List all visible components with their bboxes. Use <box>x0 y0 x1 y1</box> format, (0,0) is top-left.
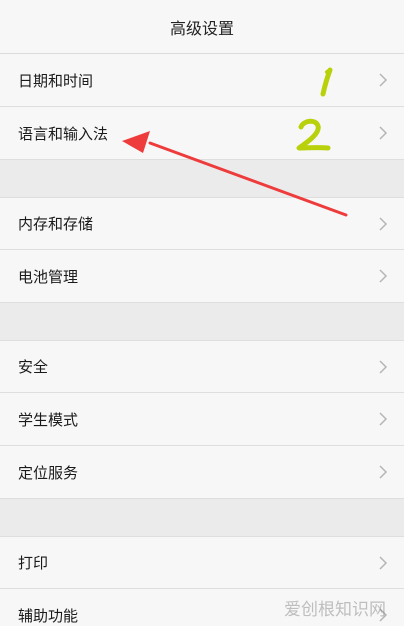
settings-item-memory-storage[interactable]: 内存和存储 <box>0 197 404 250</box>
settings-item-label: 内存和存储 <box>18 215 94 233</box>
settings-item-label: 定位服务 <box>18 463 79 482</box>
settings-item-label: 日期和时间 <box>18 71 94 90</box>
title-bar: 高级设置 <box>0 0 404 54</box>
chevron-right-icon <box>379 555 388 570</box>
advanced-settings-screen: 高级设置 日期和时间 语言和输入法 内存和存储 电池管理 安全 学生模式 定位服… <box>0 0 404 626</box>
settings-item-label: 语言和输入法 <box>18 124 109 143</box>
settings-item-language-input[interactable]: 语言和输入法 <box>0 107 404 160</box>
chevron-right-icon <box>379 412 388 426</box>
settings-item-student-mode[interactable]: 学生模式 <box>0 393 404 446</box>
settings-item-label: 学生模式 <box>18 410 79 429</box>
settings-item-label: 辅助功能 <box>18 606 79 625</box>
chevron-right-icon <box>379 269 388 283</box>
chevron-right-icon <box>379 73 388 87</box>
settings-item-print[interactable]: 打印 <box>0 536 404 589</box>
watermark: 爱创根知识网 <box>284 600 386 620</box>
chevron-right-icon <box>379 359 388 374</box>
page-title: 高级设置 <box>169 18 234 38</box>
section-divider <box>0 160 404 197</box>
settings-item-security[interactable]: 安全 <box>0 340 404 393</box>
settings-item-label: 安全 <box>18 358 49 376</box>
chevron-right-icon <box>379 216 388 231</box>
section-divider <box>0 303 404 340</box>
settings-item-label: 打印 <box>18 554 49 572</box>
settings-item-battery[interactable]: 电池管理 <box>0 250 404 303</box>
chevron-right-icon <box>379 126 388 140</box>
chevron-right-icon <box>379 465 388 479</box>
settings-item-label: 电池管理 <box>18 267 79 286</box>
settings-item-location[interactable]: 定位服务 <box>0 446 404 499</box>
section-divider <box>0 499 404 536</box>
settings-item-date-time[interactable]: 日期和时间 <box>0 54 404 107</box>
